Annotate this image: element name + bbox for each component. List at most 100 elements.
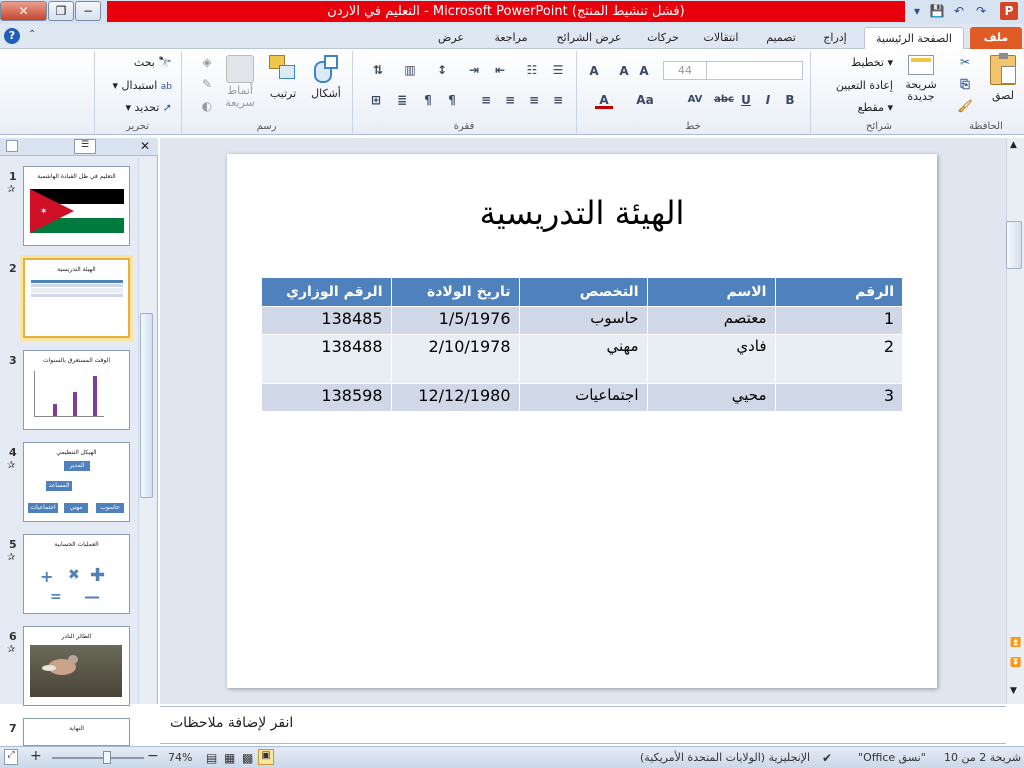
shape-fill-icon[interactable]: ◈	[198, 53, 216, 71]
redo-icon[interactable]: ↷	[972, 2, 990, 20]
decrease-indent-icon[interactable]: ⇤	[491, 61, 509, 79]
clear-formatting-icon[interactable]: A	[585, 62, 603, 80]
cell-ministry-number[interactable]: 138485	[262, 305, 391, 334]
tab-design[interactable]: تصميم	[755, 27, 807, 49]
slide-thumbnail-2[interactable]: الهيئة التدريسية	[20, 255, 133, 341]
grow-font-icon[interactable]: A	[615, 62, 633, 80]
slide-thumbnail-7[interactable]: النهاية	[23, 718, 130, 746]
rtl-icon[interactable]: ¶	[443, 91, 461, 109]
text-direction-icon[interactable]: ⇅	[369, 61, 387, 79]
scroll-down-icon[interactable]: ▼	[1010, 686, 1017, 696]
cell-ministry-number[interactable]: 138598	[262, 382, 391, 411]
next-slide-icon[interactable]: ⏬	[1010, 658, 1021, 669]
slide-thumbnail-5[interactable]: العمليات الحسابية + ✖ ✚ = —	[23, 534, 130, 614]
tab-file[interactable]: ملف	[970, 27, 1022, 49]
prev-slide-icon[interactable]: ⏫	[1010, 638, 1021, 649]
copy-icon[interactable]: ⎘	[956, 75, 974, 93]
format-painter-icon[interactable]: 🖌	[956, 97, 974, 115]
header-name[interactable]: الاسم	[646, 278, 775, 306]
align-center-icon[interactable]: ≡	[525, 91, 543, 109]
ltr-icon[interactable]: ¶	[419, 91, 437, 109]
font-color-button[interactable]: A	[595, 91, 613, 109]
replace-button[interactable]: ▾ استبدال ab	[113, 79, 173, 92]
increase-indent-icon[interactable]: ⇥	[465, 61, 483, 79]
columns-icon[interactable]: ▥	[401, 61, 419, 79]
tab-view[interactable]: عرض	[428, 27, 474, 49]
find-button[interactable]: بحث 🔭	[134, 56, 172, 69]
slide-title[interactable]: الهيئة التدريسية	[227, 194, 937, 232]
notes-pane[interactable]: انقر لإضافة ملاحظات	[160, 706, 1006, 744]
arrange-button[interactable]: ترتيب	[264, 55, 302, 100]
cell-specialty[interactable]: اجتماعيات	[518, 382, 647, 411]
shape-outline-icon[interactable]: ✎	[198, 75, 216, 93]
undo-icon[interactable]: ↶	[950, 2, 968, 20]
underline-button[interactable]: U	[737, 91, 755, 109]
cell-number[interactable]: 1	[774, 305, 902, 334]
staff-table[interactable]: الرقم الاسم التخصص تاريخ الولادة الرقم ا…	[262, 278, 902, 411]
reading-view-icon[interactable]: ▦	[224, 751, 235, 765]
outline-tab-icon[interactable]: ☰	[74, 139, 96, 154]
close-button[interactable]: ✕	[0, 1, 47, 21]
notes-placeholder[interactable]: انقر لإضافة ملاحظات	[170, 715, 293, 731]
line-spacing-icon[interactable]: ↕	[433, 61, 451, 79]
strikethrough-button[interactable]: abc	[713, 91, 735, 109]
cell-birth-date[interactable]: 2/10/1978	[390, 333, 519, 383]
minimize-button[interactable]: −	[75, 1, 101, 21]
smartart-icon[interactable]: ⊞	[367, 91, 385, 109]
save-icon[interactable]: 💾	[928, 2, 946, 20]
cell-birth-date[interactable]: 1/5/1976	[390, 305, 519, 334]
cell-ministry-number[interactable]: 138488	[262, 333, 391, 383]
language-status[interactable]: الإنجليزية (الولايات المتحدة الأمريكية)	[640, 751, 810, 764]
zoom-slider-thumb[interactable]	[103, 751, 111, 764]
quick-styles-button[interactable]: أنماط سريعة	[220, 55, 260, 109]
slide-canvas[interactable]: الهيئة التدريسية الرقم الاسم التخصص تاري…	[227, 154, 937, 688]
justify-icon[interactable]: ≡	[477, 91, 495, 109]
zoom-slider-track[interactable]	[52, 757, 144, 759]
scroll-up-icon[interactable]: ▲	[1010, 140, 1017, 150]
cut-icon[interactable]: ✂	[956, 53, 974, 71]
tab-animations[interactable]: حركات	[638, 27, 688, 49]
bold-button[interactable]: B	[781, 91, 799, 109]
slides-scroll-thumb[interactable]	[140, 313, 153, 498]
header-birth-date[interactable]: تاريخ الولادة	[390, 278, 519, 306]
shape-effects-icon[interactable]: ◐	[198, 97, 216, 115]
zoom-out-button[interactable]: −	[147, 748, 159, 764]
align-left-icon[interactable]: ≡	[501, 91, 519, 109]
editor-scroll-thumb[interactable]	[1006, 221, 1022, 269]
select-button[interactable]: ▾ تحديد ➚	[125, 101, 172, 114]
slide-thumbnail-6[interactable]: الطائر النادر	[23, 626, 130, 706]
cell-name[interactable]: فادي	[646, 333, 775, 383]
character-spacing-button[interactable]: AV	[683, 91, 707, 109]
cell-name[interactable]: محيي	[646, 382, 775, 411]
align-text-icon[interactable]: ≣	[393, 91, 411, 109]
section-button[interactable]: مقطع ▾	[858, 101, 893, 114]
cell-specialty[interactable]: مهني	[518, 333, 647, 383]
maximize-button[interactable]: ❐	[48, 1, 74, 21]
zoom-level[interactable]: 74%	[168, 751, 192, 764]
help-icon[interactable]: ?	[4, 28, 20, 44]
shrink-font-icon[interactable]: A	[635, 62, 653, 80]
font-size-dropdown[interactable]: 44	[663, 61, 707, 80]
header-ministry-number[interactable]: الرقم الوزاري	[262, 278, 391, 306]
reset-button[interactable]: إعادة التعيين	[836, 79, 893, 92]
slide-sorter-view-icon[interactable]: ▩	[242, 751, 253, 765]
cell-birth-date[interactable]: 12/12/1980	[390, 382, 519, 411]
tab-slide-show[interactable]: عرض الشرائح	[546, 27, 632, 49]
tab-insert[interactable]: إدراج	[812, 27, 858, 49]
bullets-icon[interactable]: ☰	[549, 61, 567, 79]
slides-tab-icon[interactable]	[6, 140, 18, 152]
slide-thumbnail-3[interactable]: الوقت المستغرق بالسنوات	[23, 350, 130, 430]
cell-number[interactable]: 2	[774, 333, 902, 383]
slide-thumbnail-4[interactable]: الهيكل التنظيمي المدير المساعد اجتماعيات…	[23, 442, 130, 522]
tab-home[interactable]: الصفحة الرئيسية	[864, 27, 964, 49]
normal-view-icon[interactable]: ▣	[258, 749, 274, 765]
header-number[interactable]: الرقم	[774, 278, 902, 306]
slide-thumbnail-1[interactable]: التعليم في ظل القيادة الهاشمية ✶	[23, 166, 130, 246]
layout-button[interactable]: تخطيط ▾	[851, 56, 893, 69]
fit-window-icon[interactable]: ⤢	[4, 749, 18, 765]
spelling-check-icon[interactable]: ✔	[822, 751, 832, 765]
minimize-ribbon-icon[interactable]: ⌃	[28, 29, 36, 40]
slide-show-view-icon[interactable]: ▤	[206, 751, 217, 765]
zoom-in-button[interactable]: +	[30, 748, 42, 764]
paste-button[interactable]: لصق	[986, 53, 1020, 102]
